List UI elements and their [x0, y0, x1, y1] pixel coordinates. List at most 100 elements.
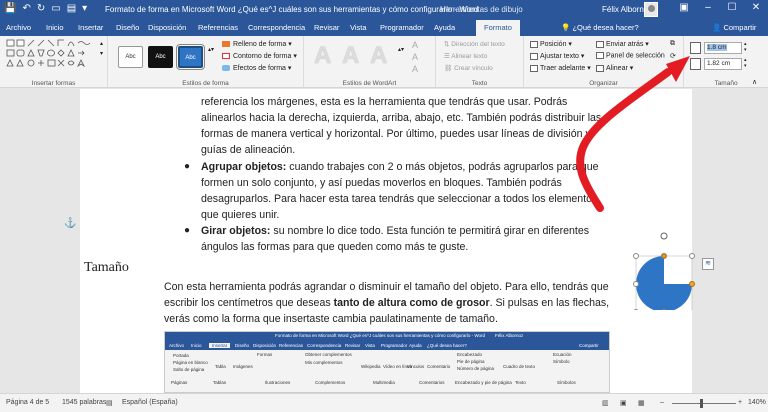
- open-folder-icon[interactable]: ▤: [67, 3, 76, 14]
- wrap-text-button[interactable]: Ajustar texto ▾: [530, 52, 584, 60]
- zoom-level[interactable]: 140%: [748, 399, 766, 406]
- ribbon-options-icon[interactable]: ▣: [672, 2, 696, 13]
- bring-forward-button[interactable]: Traer adelante ▾: [530, 64, 591, 72]
- tab-referencias[interactable]: Referencias: [198, 23, 238, 32]
- resize-handle[interactable]: [633, 253, 639, 259]
- redo-icon[interactable]: ↻: [37, 3, 45, 14]
- save-icon[interactable]: 💾: [4, 3, 16, 14]
- tell-me-search[interactable]: 💡 ¿Qué desea hacer?: [561, 23, 639, 32]
- align-button[interactable]: Alinear ▾: [596, 64, 633, 72]
- shapes-expand-icon[interactable]: ▾: [100, 50, 103, 57]
- zoom-out-icon[interactable]: –: [660, 399, 664, 406]
- selection-pane-label: Panel de selección: [606, 52, 665, 60]
- align-text-button[interactable]: ☰ Alinear texto: [444, 52, 487, 60]
- tab-diseno[interactable]: Diseño: [116, 23, 139, 32]
- doc-line: referencia los márgenes, esta es la herr…: [201, 96, 568, 108]
- maximize-button[interactable]: ☐: [720, 2, 744, 13]
- effects-icon: [222, 65, 230, 72]
- layout-options-icon[interactable]: ≋: [702, 258, 714, 270]
- doc-line: escribir los centímetros que deseas tant…: [164, 296, 609, 311]
- wordart-scroll-icon[interactable]: ▴▾: [398, 46, 404, 53]
- shape-style-white[interactable]: Abc: [118, 46, 143, 68]
- shape-outline-button[interactable]: Contorno de forma ▾: [222, 52, 297, 60]
- selected-pie-shape[interactable]: [624, 230, 704, 310]
- group-label-wordart: Estilos de WordArt: [342, 80, 397, 87]
- rotate-handle-icon[interactable]: [660, 232, 668, 240]
- zoom-slider[interactable]: [672, 403, 736, 404]
- embedded-group: Páginas: [171, 380, 188, 385]
- proofing-icon[interactable]: ▤: [106, 399, 113, 407]
- tab-correspondencia[interactable]: Correspondencia: [248, 23, 305, 32]
- wordart-style-1[interactable]: A: [314, 42, 336, 69]
- page-count[interactable]: Página 4 de 5: [6, 399, 49, 406]
- align-icon: [596, 64, 604, 72]
- resize-handle[interactable]: [661, 309, 667, 311]
- bullet-rotate-objects: Girar objetos: su nombre lo dice todo. E…: [201, 224, 589, 239]
- zoom-in-icon[interactable]: +: [738, 399, 742, 406]
- create-link-button[interactable]: ⛓ Crear vínculo: [444, 64, 493, 72]
- embedded-item: Vínculos: [407, 364, 425, 369]
- avatar[interactable]: [644, 2, 658, 17]
- shapes-gallery[interactable]: [6, 39, 98, 69]
- embedded-item: Formas: [257, 352, 273, 357]
- doc-text: escribir los centímetros que deseas: [164, 297, 334, 309]
- word-count[interactable]: 1545 palabras: [62, 399, 106, 406]
- shape-style-blue[interactable]: Abc: [176, 44, 205, 70]
- resize-handle[interactable]: [689, 253, 695, 259]
- close-button[interactable]: ✕: [744, 2, 768, 13]
- shape-height-input[interactable]: 1.8 cm: [704, 42, 742, 54]
- adjust-handle[interactable]: [661, 253, 667, 259]
- embedded-item: Portada: [173, 353, 189, 358]
- tab-ayuda[interactable]: Ayuda: [434, 23, 455, 32]
- tab-formato[interactable]: Formato: [476, 20, 520, 36]
- doc-line: formas de manera vertical y horizontal. …: [201, 128, 591, 140]
- tab-vista[interactable]: Vista: [350, 23, 367, 32]
- position-button[interactable]: Posición ▾: [530, 40, 572, 48]
- send-backward-button[interactable]: Enviar atrás ▾: [596, 40, 649, 48]
- text-direction-button[interactable]: ⇅ Dirección del texto: [444, 40, 505, 48]
- wordart-style-2[interactable]: A: [342, 42, 364, 69]
- read-mode-icon[interactable]: ▥: [602, 399, 609, 407]
- resize-handle[interactable]: [633, 281, 639, 287]
- group-arrange: Posición ▾ Ajustar texto ▾ Traer adelant…: [524, 36, 684, 88]
- create-link-label: Crear vínculo: [454, 65, 493, 72]
- customize-qat-icon[interactable]: ▾: [82, 3, 87, 14]
- group-label-text: Texto: [471, 80, 488, 87]
- doc-line: verás como la forma que insertaste cambi…: [164, 313, 498, 325]
- undo-icon[interactable]: ↶: [22, 3, 30, 14]
- rotate-icon[interactable]: ⟳: [670, 52, 676, 60]
- new-document-icon[interactable]: ▭: [51, 3, 60, 14]
- shape-width-input[interactable]: 1.82 cm: [704, 58, 742, 70]
- shape-fill-button[interactable]: Relleno de forma ▾: [222, 40, 292, 48]
- tab-inicio[interactable]: Inicio: [46, 23, 64, 32]
- tab-disposicion[interactable]: Disposición: [148, 23, 186, 32]
- section-heading: Tamaño: [84, 260, 129, 275]
- width-spinner-icon[interactable]: ▴ ▾: [744, 57, 747, 69]
- styles-scroll-icon[interactable]: ▴▾: [208, 46, 214, 53]
- tab-programador[interactable]: Programador: [380, 23, 424, 32]
- height-spinner-icon[interactable]: ▴ ▾: [744, 41, 747, 53]
- web-layout-icon[interactable]: ▦: [638, 399, 645, 407]
- ribbon-tabs: Archivo Inicio Insertar Diseño Disposici…: [0, 20, 768, 36]
- zoom-slider-thumb[interactable]: [700, 399, 703, 408]
- language[interactable]: Español (España): [122, 399, 178, 406]
- group-label-arrange: Organizar: [589, 80, 618, 87]
- group-objects-icon[interactable]: ⧉: [670, 40, 675, 48]
- resize-handle[interactable]: [633, 309, 639, 311]
- tab-insertar[interactable]: Insertar: [78, 23, 103, 32]
- share-button[interactable]: 👤 Compartir: [712, 23, 756, 32]
- bullet-rotate-title: Girar objetos:: [201, 225, 271, 237]
- collapse-ribbon-icon[interactable]: ∧: [752, 78, 757, 86]
- minimize-button[interactable]: –: [696, 2, 720, 13]
- print-layout-icon[interactable]: ▣: [620, 399, 627, 407]
- tab-archivo[interactable]: Archivo: [6, 23, 31, 32]
- selection-pane-button[interactable]: Panel de selección: [596, 52, 665, 59]
- shape-style-black[interactable]: Abc: [148, 46, 173, 68]
- tab-revisar[interactable]: Revisar: [314, 23, 339, 32]
- wrap-text-label: Ajustar texto: [540, 53, 579, 60]
- wordart-style-3[interactable]: A: [370, 42, 392, 69]
- adjust-handle[interactable]: [689, 281, 695, 287]
- embedded-tab: Archivo: [169, 343, 185, 348]
- shape-effects-button[interactable]: Efectos de forma ▾: [222, 64, 291, 72]
- shapes-scroll-icon[interactable]: ▴: [100, 40, 103, 47]
